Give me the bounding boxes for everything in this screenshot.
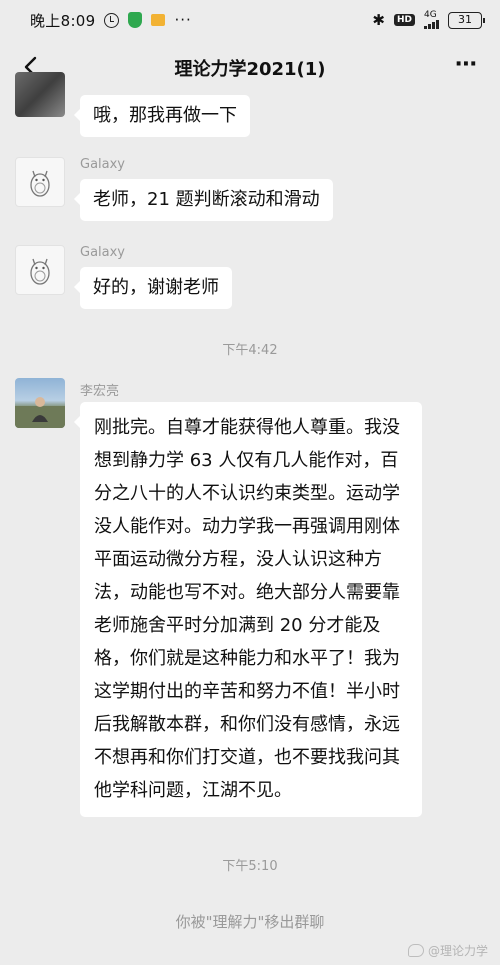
avatar[interactable]	[15, 72, 65, 117]
status-left: 晚上8:09 ···	[30, 10, 192, 31]
watermark: @理论力学	[407, 942, 488, 959]
system-notice: 你被"理解力"移出群聊	[175, 913, 325, 931]
network-type: 4G	[424, 10, 437, 20]
watermark-text: @理论力学	[427, 944, 488, 958]
bluetooth-icon: ✱	[372, 11, 385, 29]
message-bubble[interactable]: 哦，那我再做一下	[74, 95, 250, 137]
more-options-icon[interactable]: ⋯	[455, 52, 478, 77]
sender-name: 李宏亮	[80, 384, 120, 399]
notification-icon	[151, 14, 166, 26]
sender-name: Galaxy	[80, 245, 126, 260]
battery-icon: 31	[448, 11, 485, 29]
message-bubble[interactable]: 好的，谢谢老师	[74, 267, 232, 309]
shield-icon	[128, 12, 143, 28]
avatar-teacher[interactable]	[15, 378, 65, 428]
alarm-clock-icon	[104, 12, 120, 28]
status-right: ✱ HD 4G 31	[372, 11, 485, 29]
signal-icon: 4G	[424, 11, 439, 29]
message-bubble[interactable]: 刚批完。自尊才能获得他人尊重。我没想到静力学 63 人仅有几人能作对，百分之八十…	[74, 402, 422, 817]
totoro-icon	[30, 170, 50, 197]
weibo-icon	[407, 944, 424, 957]
chat-header: 理论力学2021(1) ⋯	[0, 40, 500, 95]
message-bubble[interactable]: 老师，21 题判断滚动和滑动	[74, 179, 333, 221]
more-notifications-icon: ···	[174, 11, 192, 29]
avatar-galaxy[interactable]	[15, 245, 65, 295]
hd-badge: HD	[393, 14, 415, 26]
timestamp: 下午5:10	[222, 859, 278, 874]
person-photo-icon	[15, 397, 65, 428]
sender-name: Galaxy	[80, 157, 126, 172]
status-bar: 晚上8:09 ··· ✱ HD 4G 31	[0, 0, 500, 40]
battery-level: 31	[458, 12, 472, 26]
totoro-icon	[30, 258, 50, 285]
chat-title: 理论力学2021(1)	[174, 58, 326, 80]
avatar-galaxy[interactable]	[15, 157, 65, 207]
timestamp: 下午4:42	[222, 343, 278, 358]
status-time: 晚上8:09	[30, 11, 96, 30]
